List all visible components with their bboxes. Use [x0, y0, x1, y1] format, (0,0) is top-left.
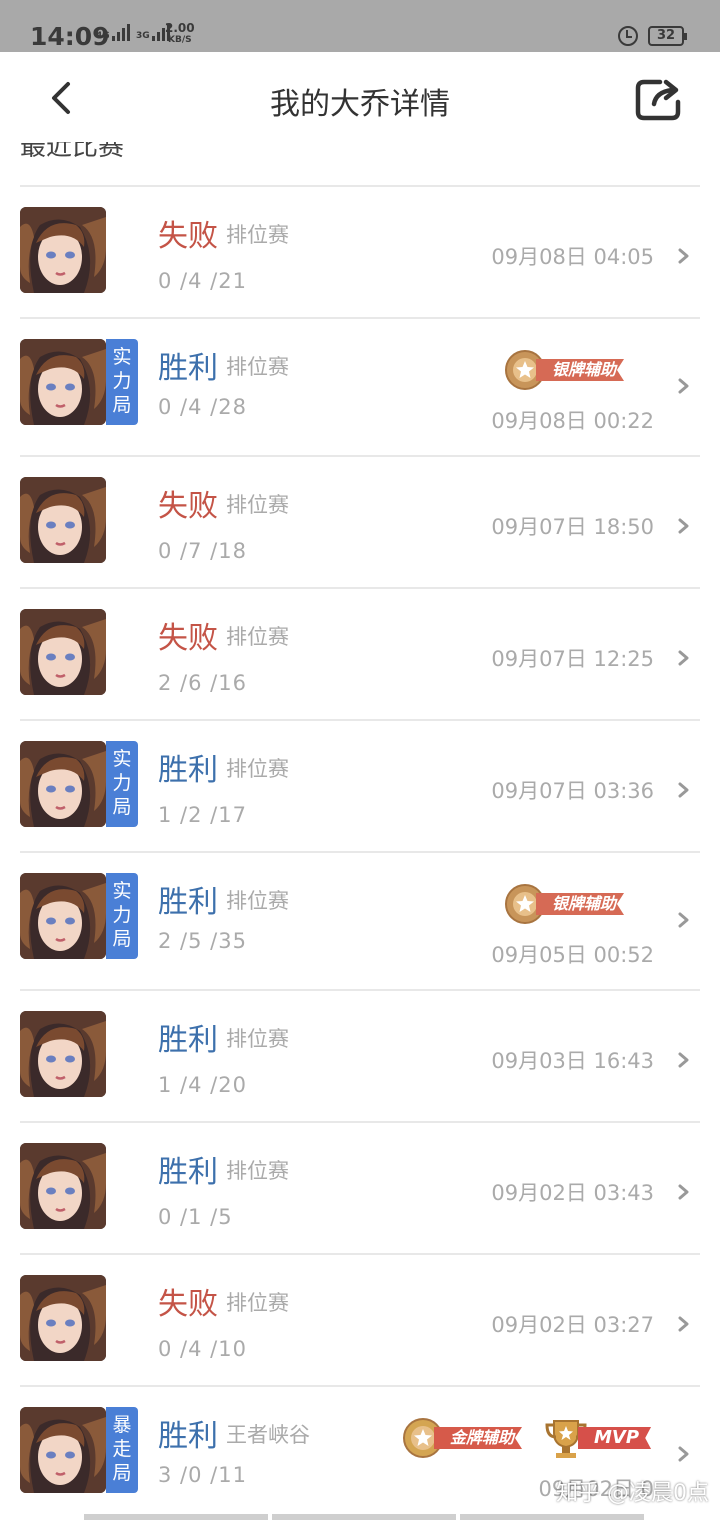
hero-portrait-icon [20, 609, 106, 695]
bottom-nav-bars [84, 1514, 644, 1520]
match-result: 失败 [158, 1287, 218, 1322]
match-type: 排位赛 [226, 223, 289, 247]
match-row[interactable]: 实力局 胜利 排位赛 1 /2 /17 09月07日 03:36 [20, 719, 700, 851]
chevron-right-icon [678, 1184, 689, 1200]
chevron-right-icon [678, 782, 689, 798]
match-type: 排位赛 [226, 1027, 289, 1051]
medal-badge: 银牌辅助 [504, 349, 636, 391]
match-kda: 3 /0 /11 [158, 1463, 247, 1487]
match-result: 胜利 [158, 351, 218, 386]
alarm-icon [618, 26, 638, 46]
signal-4g-icon: 4G [96, 24, 130, 41]
match-row[interactable]: 失败 排位赛 0 /4 /21 09月08日 04:05 [20, 185, 700, 317]
match-kda: 0 /4 /21 [158, 269, 247, 293]
hero-avatar [20, 741, 106, 827]
match-time: 09月02日 03:27 [491, 1313, 654, 1337]
nav-bar: 我的大乔详情 [0, 52, 720, 142]
match-result: 胜利 [158, 1023, 218, 1058]
hero-portrait-icon [20, 1011, 106, 1097]
mode-badge: 实力局 [106, 873, 138, 959]
chevron-right-icon [678, 248, 689, 264]
hero-portrait-icon [20, 1275, 106, 1361]
match-type: 排位赛 [226, 355, 289, 379]
hero-portrait-icon [20, 1407, 106, 1493]
match-row[interactable]: 胜利 排位赛 0 /1 /5 09月02日 03:43 [20, 1121, 700, 1253]
match-kda: 2 /6 /16 [158, 671, 247, 695]
hero-avatar [20, 207, 106, 293]
match-type: 排位赛 [226, 889, 289, 913]
match-type: 排位赛 [226, 1159, 289, 1183]
match-type: 排位赛 [226, 625, 289, 649]
match-result: 胜利 [158, 885, 218, 920]
match-row[interactable]: 胜利 排位赛 1 /4 /20 09月03日 16:43 [20, 989, 700, 1121]
chevron-right-icon [678, 650, 689, 666]
battery-icon: 32 [648, 26, 687, 46]
hero-avatar [20, 477, 106, 563]
match-row[interactable]: 实力局 胜利 排位赛 2 /5 /35 09月05日 00:52 银牌辅助 [20, 851, 700, 989]
match-row[interactable]: 失败 排位赛 0 /7 /18 09月07日 18:50 [20, 455, 700, 587]
watermark: 知乎 @凌晨0点 [556, 1481, 709, 1506]
match-time: 09月08日 04:05 [491, 245, 654, 269]
page-title: 我的大乔详情 [270, 87, 450, 122]
match-type: 王者峡谷 [226, 1423, 310, 1447]
share-icon [635, 79, 681, 121]
match-result: 失败 [158, 621, 218, 656]
net-speed: 2.00 KB/S [165, 21, 195, 46]
hero-avatar [20, 339, 106, 425]
chevron-right-icon [678, 1052, 689, 1068]
match-kda: 0 /7 /18 [158, 539, 247, 563]
hero-avatar [20, 1011, 106, 1097]
match-row[interactable]: 失败 排位赛 0 /4 /10 09月02日 03:27 [20, 1253, 700, 1385]
mode-badge: 实力局 [106, 339, 138, 425]
hero-avatar [20, 609, 106, 695]
hero-avatar [20, 1407, 106, 1493]
hero-portrait-icon [20, 1143, 106, 1229]
match-kda: 0 /4 /28 [158, 395, 247, 419]
match-time: 09月05日 00:52 [491, 943, 654, 967]
match-result: 胜利 [158, 1155, 218, 1190]
match-list: 失败 排位赛 0 /4 /21 09月08日 04:05 实力局 胜利 排位赛 0 /4 /… [20, 185, 700, 1520]
chevron-right-icon [678, 912, 689, 928]
match-time: 09月02日 03:43 [491, 1181, 654, 1205]
share-button[interactable] [632, 72, 688, 128]
hero-portrait-icon [20, 339, 106, 425]
match-row[interactable]: 失败 排位赛 2 /6 /16 09月07日 12:25 [20, 587, 700, 719]
medal-badge: 金牌辅助 [402, 1417, 538, 1459]
match-time: 09月07日 12:25 [491, 647, 654, 671]
match-kda: 2 /5 /35 [158, 929, 247, 953]
match-kda: 1 /2 /17 [158, 803, 247, 827]
hero-avatar [20, 873, 106, 959]
mvp-badge: MVP [544, 1417, 652, 1459]
match-type: 排位赛 [226, 493, 289, 517]
hero-portrait-icon [20, 741, 106, 827]
hero-avatar [20, 1143, 106, 1229]
medal-badge: 银牌辅助 [504, 883, 636, 925]
hero-avatar [20, 1275, 106, 1361]
chevron-right-icon [678, 378, 689, 394]
hero-portrait-icon [20, 477, 106, 563]
match-time: 09月03日 16:43 [491, 1049, 654, 1073]
mode-badge: 实力局 [106, 741, 138, 827]
match-time: 09月07日 18:50 [491, 515, 654, 539]
status-bar: 14:09 4G 3G 2.00 KB/S 32 [0, 0, 720, 52]
match-row[interactable]: 实力局 胜利 排位赛 0 /4 /28 09月08日 00:22 银牌辅助 [20, 317, 700, 455]
chevron-right-icon [678, 518, 689, 534]
chevron-right-icon [678, 1446, 689, 1462]
match-type: 排位赛 [226, 757, 289, 781]
match-kda: 1 /4 /20 [158, 1073, 247, 1097]
mode-badge: 暴走局 [106, 1407, 138, 1493]
match-result: 失败 [158, 219, 218, 254]
match-result: 胜利 [158, 1419, 218, 1454]
match-result: 失败 [158, 489, 218, 524]
chevron-right-icon [678, 1316, 689, 1332]
match-kda: 0 /4 /10 [158, 1337, 247, 1361]
match-time: 09月07日 03:36 [491, 779, 654, 803]
match-time: 09月08日 00:22 [491, 409, 654, 433]
match-type: 排位赛 [226, 1291, 289, 1315]
match-kda: 0 /1 /5 [158, 1205, 233, 1229]
hero-portrait-icon [20, 873, 106, 959]
match-result: 胜利 [158, 753, 218, 788]
hero-portrait-icon [20, 207, 106, 293]
